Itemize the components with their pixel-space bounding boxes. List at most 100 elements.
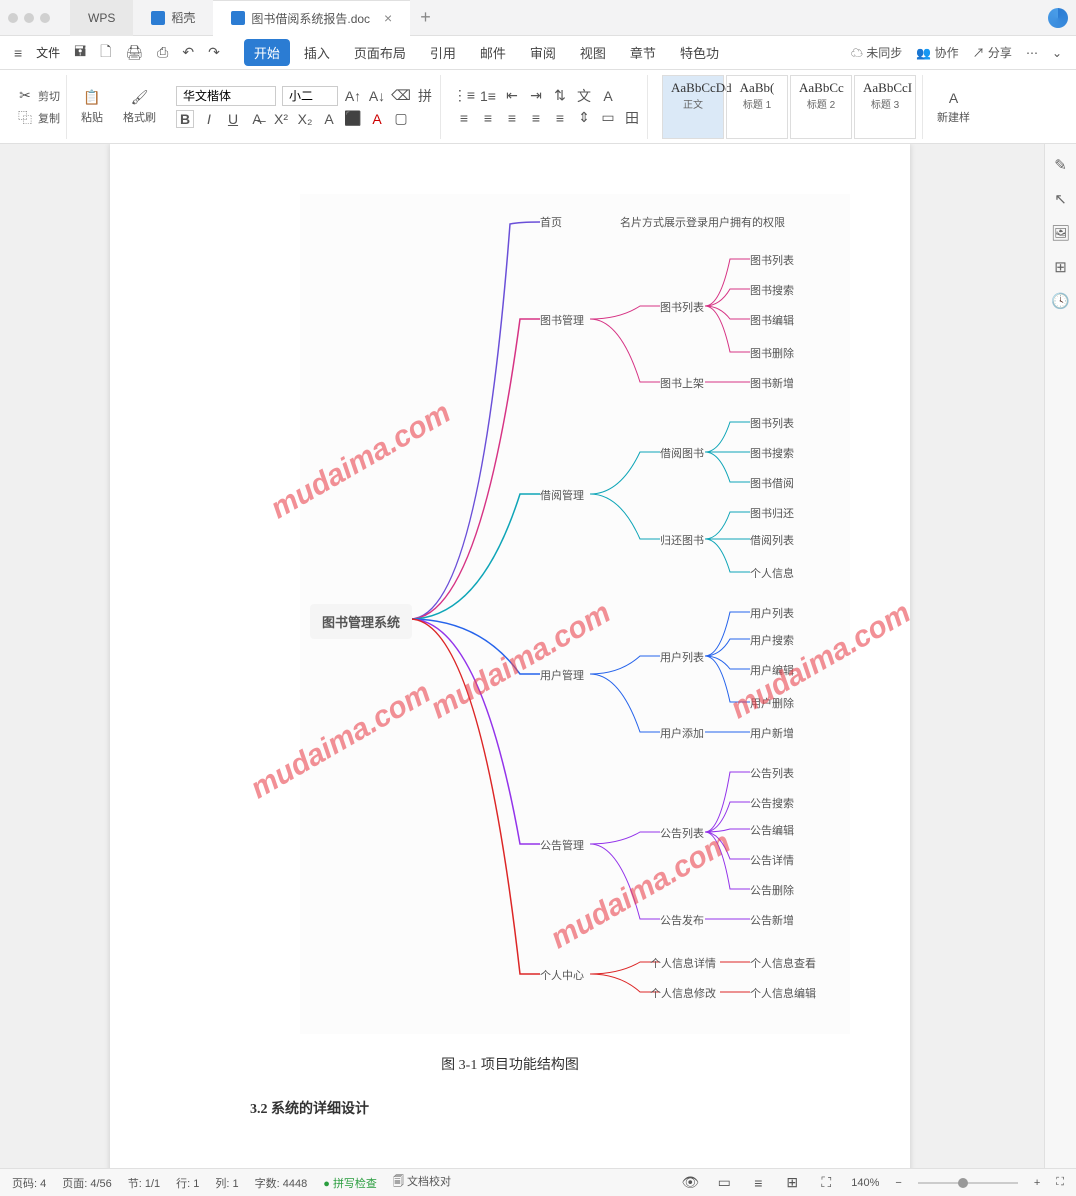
mm-book-shelf: 图书上架: [660, 375, 704, 391]
mm-user-list: 用户列表: [660, 649, 704, 665]
font-family-select[interactable]: [176, 86, 276, 106]
sb-proof[interactable]: 🗐 文档校对: [393, 1173, 451, 1192]
indent-dec-icon[interactable]: ⇤: [503, 87, 521, 105]
menu-chapter[interactable]: 章节: [620, 39, 666, 66]
font-grow-icon[interactable]: A↑: [344, 87, 362, 105]
fullscreen-icon[interactable]: ⛶: [1056, 1176, 1064, 1189]
menu-mail[interactable]: 邮件: [470, 39, 516, 66]
zoom-out-icon[interactable]: −: [895, 1177, 901, 1189]
indent-inc-icon[interactable]: ⇥: [527, 87, 545, 105]
text-dir-icon[interactable]: 文: [575, 87, 593, 105]
sort-icon[interactable]: ⇅: [551, 87, 569, 105]
styles-group: AaBbCcDd正文 AaBb(标题 1 AaBbCc标题 2 AaBbCcI标…: [656, 75, 923, 139]
align-center-icon[interactable]: ≡: [479, 109, 497, 127]
phonetic-icon[interactable]: 拼: [416, 87, 434, 105]
strike-icon[interactable]: A̶: [248, 110, 266, 128]
shading-icon[interactable]: ▭: [599, 109, 617, 127]
brush-button[interactable]: 🖌格式刷: [117, 89, 162, 125]
view-outline-icon[interactable]: ≡: [749, 1174, 767, 1192]
mm-home: 首页: [540, 214, 562, 230]
align-right-icon[interactable]: ≡: [503, 109, 521, 127]
style-body[interactable]: AaBbCcDd正文: [662, 75, 724, 139]
redo-icon[interactable]: ↷: [208, 44, 220, 61]
save-icon[interactable]: 🖬: [74, 41, 86, 65]
preview-icon[interactable]: ⎙: [157, 44, 168, 61]
new-style-button[interactable]: A新建样: [931, 89, 976, 125]
cursor-icon[interactable]: ↖: [1054, 190, 1067, 208]
eye-icon[interactable]: 👁: [681, 1174, 699, 1192]
bold-icon[interactable]: B: [176, 110, 194, 128]
sync-status[interactable]: ☁ 未同步: [851, 44, 902, 61]
sym-a-icon[interactable]: А: [599, 87, 617, 105]
more-icon[interactable]: ⋯: [1026, 46, 1038, 60]
paste-button[interactable]: 📋粘贴: [75, 89, 109, 125]
style-h1[interactable]: AaBb(标题 1: [726, 75, 788, 139]
undo-icon[interactable]: ↶: [182, 44, 194, 61]
view-web-icon[interactable]: ⊞: [783, 1174, 801, 1192]
menu-insert[interactable]: 插入: [294, 39, 340, 66]
align-justify-icon[interactable]: ≡: [527, 109, 545, 127]
zoom-in-icon[interactable]: +: [1034, 1177, 1040, 1189]
font-size-select[interactable]: [282, 86, 338, 106]
menu-layout[interactable]: 页面布局: [344, 39, 416, 66]
history-icon[interactable]: 🕓: [1051, 292, 1070, 310]
borders-icon[interactable]: 田: [623, 109, 641, 127]
line-spacing-icon[interactable]: ⇕: [575, 109, 593, 127]
sb-row: 行: 1: [176, 1175, 199, 1191]
style-h3[interactable]: AaBbCcI标题 3: [854, 75, 916, 139]
font-shrink-icon[interactable]: A↓: [368, 87, 386, 105]
font-color-icon[interactable]: A: [368, 110, 386, 128]
copy-button[interactable]: ⿻复制: [16, 109, 60, 127]
style-h2[interactable]: AaBbCc标题 2: [790, 75, 852, 139]
template-icon[interactable]: ⊞: [1054, 258, 1067, 276]
char-border-icon[interactable]: ▢: [392, 110, 410, 128]
tab-doc-label: 图书借阅系统报告.doc: [251, 10, 370, 27]
window-dots: [8, 13, 50, 23]
close-icon[interactable]: ×: [384, 10, 392, 26]
chevron-down-icon[interactable]: ⌄: [1052, 46, 1062, 60]
mm-br3: 图书借阅: [750, 475, 794, 491]
cut-button[interactable]: ✂剪切: [16, 87, 60, 105]
bullets-icon[interactable]: ⋮≡: [455, 87, 473, 105]
menu-special[interactable]: 特色功: [670, 39, 729, 66]
pen-icon[interactable]: ✎: [1054, 156, 1067, 174]
mm-bl3: 图书编辑: [750, 312, 794, 328]
italic-icon[interactable]: I: [200, 110, 218, 128]
sb-spell[interactable]: ● 拼写检查: [323, 1175, 377, 1191]
numbering-icon[interactable]: 1≡: [479, 87, 497, 105]
new-tab-button[interactable]: +: [420, 7, 431, 28]
min-dot[interactable]: [24, 13, 34, 23]
subscript-icon[interactable]: X₂: [296, 110, 314, 128]
menu-view[interactable]: 视图: [570, 39, 616, 66]
menu-ref[interactable]: 引用: [420, 39, 466, 66]
print-icon[interactable]: 🖨: [125, 44, 143, 61]
image-icon[interactable]: 🖼: [1051, 224, 1070, 242]
tab-document[interactable]: 图书借阅系统报告.doc ×: [213, 0, 410, 36]
max-dot[interactable]: [40, 13, 50, 23]
file-menu[interactable]: 文件: [36, 44, 60, 61]
align-dist-icon[interactable]: ≡: [551, 109, 569, 127]
mm-profile: 个人中心: [540, 967, 584, 983]
mm-u3: 用户编辑: [750, 662, 794, 678]
focus-icon[interactable]: ⛶: [817, 1174, 835, 1192]
menu-icon[interactable]: ≡: [14, 45, 22, 61]
close-dot[interactable]: [8, 13, 18, 23]
menu-start[interactable]: 开始: [244, 39, 290, 66]
tab-daoke[interactable]: 稻壳: [133, 0, 213, 36]
view-page-icon[interactable]: ▭: [715, 1174, 733, 1192]
share-button[interactable]: ↗ 分享: [973, 44, 1012, 61]
superscript-icon[interactable]: X²: [272, 110, 290, 128]
zoom-slider[interactable]: [918, 1182, 1018, 1184]
highlight-icon[interactable]: ⬛: [344, 110, 362, 128]
app-logo-icon[interactable]: [1048, 8, 1068, 28]
menu-review[interactable]: 审阅: [520, 39, 566, 66]
mm-no6: 公告新增: [750, 912, 794, 928]
collab-button[interactable]: 👥 协作: [916, 44, 958, 61]
clear-format-icon[interactable]: ⌫: [392, 87, 410, 105]
underline-icon[interactable]: U: [224, 110, 242, 128]
saveas-icon[interactable]: 🗋: [100, 41, 111, 65]
tab-wps[interactable]: WPS: [70, 0, 133, 36]
mm-no5: 公告删除: [750, 882, 794, 898]
text-effect-icon[interactable]: A: [320, 110, 338, 128]
align-left-icon[interactable]: ≡: [455, 109, 473, 127]
